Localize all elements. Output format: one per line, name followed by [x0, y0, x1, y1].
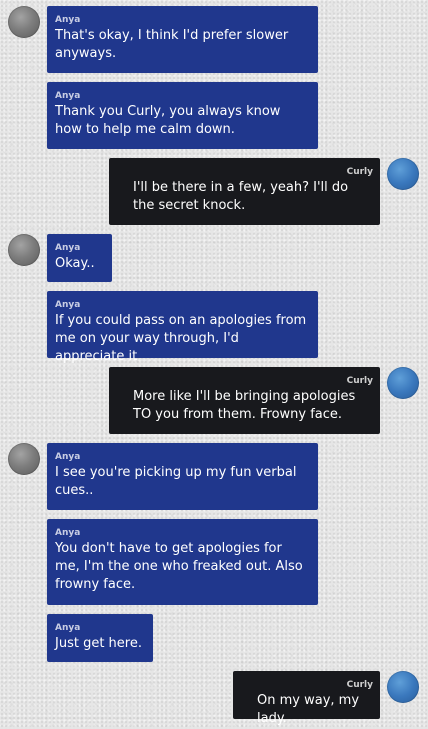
- message-text: Just get here.: [55, 636, 142, 651]
- message-bubble-curly: Curly On my way, my lady.: [233, 671, 380, 726]
- sender-name: Curly: [346, 167, 373, 177]
- sender-name: Curly: [346, 376, 373, 386]
- sender-name: Anya: [55, 15, 81, 25]
- message-text: Okay..: [55, 256, 95, 271]
- message-bubble-anya: Anya If you could pass on an apologies f…: [47, 291, 318, 364]
- sender-name: Anya: [55, 623, 81, 633]
- message-bubble-anya: Anya Thank you Curly, you always know ho…: [47, 82, 318, 149]
- anya-avatar-icon[interactable]: [8, 234, 40, 266]
- message-bubble-anya: Anya Just get here.: [47, 614, 153, 662]
- message-bubble-anya: Anya Okay..: [47, 234, 112, 282]
- message-text: I'll be there in a few, yeah? I'll do th…: [133, 180, 349, 213]
- message-text: If you could pass on an apologies from m…: [55, 313, 307, 364]
- sender-name: Anya: [55, 91, 81, 101]
- sender-name: Anya: [55, 528, 81, 538]
- curly-avatar-icon[interactable]: [387, 367, 419, 399]
- sender-name: Anya: [55, 243, 81, 253]
- sender-name: Anya: [55, 300, 81, 310]
- anya-avatar-icon[interactable]: [8, 443, 40, 475]
- message-text: I see you're picking up my fun verbal cu…: [55, 465, 297, 498]
- anya-avatar-icon[interactable]: [8, 6, 40, 38]
- message-text: Thank you Curly, you always know how to …: [55, 104, 281, 137]
- message-bubble-anya: Anya You don't have to get apologies for…: [47, 519, 318, 605]
- message-text: More like I'll be bringing apologies TO …: [133, 389, 356, 422]
- message-text: That's okay, I think I'd prefer slower a…: [55, 28, 289, 61]
- message-bubble-curly: Curly I'll be there in a few, yeah? I'll…: [109, 158, 380, 225]
- message-bubble-anya: Anya I see you're picking up my fun verb…: [47, 443, 318, 510]
- message-text: On my way, my lady.: [257, 693, 360, 726]
- curly-avatar-icon[interactable]: [387, 671, 419, 703]
- sender-name: Curly: [346, 680, 373, 690]
- message-bubble-curly: Curly More like I'll be bringing apologi…: [109, 367, 380, 434]
- message-bubble-anya: Anya That's okay, I think I'd prefer slo…: [47, 6, 318, 73]
- sender-name: Anya: [55, 452, 81, 462]
- message-text: You don't have to get apologies for me, …: [55, 541, 303, 592]
- curly-avatar-icon[interactable]: [387, 158, 419, 190]
